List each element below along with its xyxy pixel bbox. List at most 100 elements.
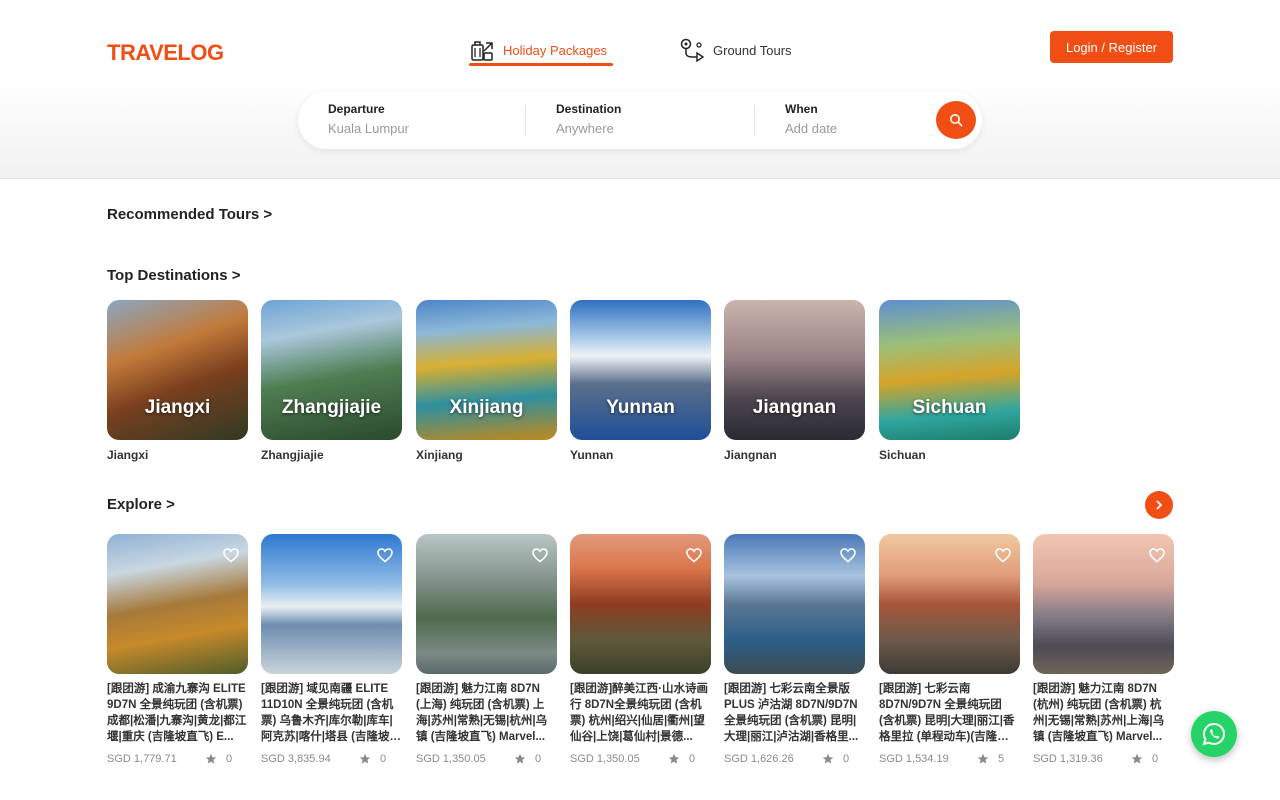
- destination-name: Yunnan: [570, 448, 614, 462]
- whatsapp-icon: [1202, 722, 1225, 746]
- destination-overlay-text: Zhangjiajie: [281, 397, 382, 418]
- search-icon: [950, 114, 963, 127]
- when-value[interactable]: Add date: [785, 121, 925, 136]
- departure-field[interactable]: Departure Kuala Lumpur: [328, 102, 518, 140]
- destination-image: Xinjiang: [416, 300, 557, 440]
- active-tab-underline: [469, 63, 613, 66]
- explore-link[interactable]: Explore >: [107, 496, 175, 513]
- heart-outline-icon[interactable]: [1148, 546, 1166, 564]
- tour-title[interactable]: [跟团游] 域见南疆 ELITE 11D10N 全景纯玩团 (含机票) 乌鲁木齐…: [261, 681, 402, 745]
- tour-meta: SGD 1,534.19 5: [879, 753, 1020, 765]
- destination-overlay-text: Yunnan: [606, 397, 675, 418]
- destination-field[interactable]: Destination Anywhere: [556, 102, 746, 140]
- destination-image: Jiangnan: [724, 300, 865, 440]
- logo[interactable]: TRAVELOG: [107, 40, 224, 66]
- star-icon: [1131, 753, 1143, 764]
- tour-meta: SGD 1,350.05 0: [570, 753, 711, 765]
- search-divider: [525, 106, 526, 136]
- star-icon: [668, 753, 680, 764]
- tour-image: [1033, 534, 1174, 674]
- star-icon: [359, 753, 371, 764]
- tab-holiday-packages-label: Holiday Packages: [503, 42, 608, 58]
- heart-outline-icon[interactable]: [994, 546, 1012, 564]
- tour-meta: SGD 1,319.36 0: [1033, 753, 1174, 765]
- star-icon: [514, 753, 526, 764]
- tour-card[interactable]: [跟团游] 域见南疆 ELITE 11D10N 全景纯玩团 (含机票) 乌鲁木齐…: [261, 534, 402, 765]
- destination-value[interactable]: Anywhere: [556, 121, 746, 136]
- login-register-button[interactable]: Login / Register: [1050, 31, 1173, 63]
- destination-card-jiangnan[interactable]: Jiangnan Jiangnan: [724, 300, 865, 462]
- tour-rating: 0: [226, 753, 233, 765]
- tour-image: [724, 534, 865, 674]
- destination-name: Xinjiang: [416, 448, 463, 462]
- search-bar: Departure Kuala Lumpur Destination Anywh…: [298, 92, 982, 149]
- tour-card[interactable]: [跟团游] 七彩云南全景版PLUS 泸沽湖 8D7N/9D7N 全景纯玩团 (含…: [724, 534, 865, 765]
- destination-name: Sichuan: [879, 448, 926, 462]
- destination-card-jiangxi[interactable]: Jiangxi Jiangxi: [107, 300, 248, 462]
- heart-outline-icon[interactable]: [376, 546, 394, 564]
- star-icon: [205, 753, 217, 764]
- search-divider: [754, 106, 755, 136]
- tour-image: [416, 534, 557, 674]
- tour-price: SGD 3,835.94: [261, 753, 331, 765]
- search-button[interactable]: [936, 101, 976, 139]
- header-hero: [0, 0, 1280, 179]
- tour-title[interactable]: [跟团游]醉美江西·山水诗画行 8D7N全景纯玩团 (含机票) 杭州|绍兴|仙居…: [570, 681, 711, 745]
- star-icon: [822, 753, 834, 764]
- destination-image: Sichuan: [879, 300, 1020, 440]
- when-field[interactable]: When Add date: [785, 102, 925, 140]
- tour-title[interactable]: [跟团游] 魅力江南 8D7N (杭州) 纯玩团 (含机票) 杭州|无锡|常熟|…: [1033, 681, 1174, 745]
- tour-card[interactable]: [跟团游] 七彩云南 8D7N/9D7N 全景纯玩团 (含机票) 昆明|大理|丽…: [879, 534, 1020, 765]
- heart-outline-icon[interactable]: [839, 546, 857, 564]
- tour-price: SGD 1,534.19: [879, 753, 949, 765]
- destination-overlay-text: Jiangxi: [144, 397, 211, 418]
- chevron-right-icon: [1156, 500, 1162, 510]
- tour-card[interactable]: [跟团游] 成渝九寨沟 ELITE 9D7N 全景纯玩团 (含机票) 成都|松潘…: [107, 534, 248, 765]
- tour-card[interactable]: [跟团游]醉美江西·山水诗画行 8D7N全景纯玩团 (含机票) 杭州|绍兴|仙居…: [570, 534, 711, 765]
- departure-value[interactable]: Kuala Lumpur: [328, 121, 518, 136]
- destination-name: Zhangjiajie: [261, 448, 324, 462]
- destination-card-sichuan[interactable]: Sichuan Sichuan: [879, 300, 1020, 462]
- tour-rating: 0: [689, 753, 696, 765]
- tour-title[interactable]: [跟团游] 魅力江南 8D7N (上海) 纯玩团 (含机票) 上海|苏州|常熟|…: [416, 681, 557, 745]
- tour-price: SGD 1,350.05: [570, 753, 640, 765]
- heart-outline-icon[interactable]: [685, 546, 703, 564]
- star-icon: [977, 753, 989, 764]
- tour-price: SGD 1,626.26: [724, 753, 794, 765]
- tab-holiday-packages[interactable]: Holiday Packages: [469, 33, 607, 67]
- destination-image: Zhangjiajie: [261, 300, 402, 440]
- tour-card[interactable]: [跟团游] 魅力江南 8D7N (上海) 纯玩团 (含机票) 上海|苏州|常熟|…: [416, 534, 557, 765]
- destination-image: Yunnan: [570, 300, 711, 440]
- tour-price: SGD 1,350.05: [416, 753, 486, 765]
- when-label: When: [785, 102, 818, 116]
- destination-name: Jiangnan: [724, 448, 777, 462]
- tour-title[interactable]: [跟团游] 七彩云南 8D7N/9D7N 全景纯玩团 (含机票) 昆明|大理|丽…: [879, 681, 1020, 745]
- recommended-tours-link[interactable]: Recommended Tours >: [107, 206, 272, 223]
- tab-ground-tours-label: Ground Tours: [713, 42, 792, 58]
- top-destinations-link[interactable]: Top Destinations >: [107, 267, 240, 284]
- destination-overlay-text: Sichuan: [912, 397, 987, 418]
- tour-card[interactable]: [跟团游] 魅力江南 8D7N (杭州) 纯玩团 (含机票) 杭州|无锡|常熟|…: [1033, 534, 1174, 765]
- heart-outline-icon[interactable]: [531, 546, 549, 564]
- tour-meta: SGD 1,779.71 0: [107, 753, 248, 765]
- tour-title[interactable]: [跟团游] 成渝九寨沟 ELITE 9D7N 全景纯玩团 (含机票) 成都|松潘…: [107, 681, 248, 745]
- tour-image: [261, 534, 402, 674]
- luggage-icon: [471, 41, 493, 61]
- destination-label: Destination: [556, 102, 622, 116]
- tour-price: SGD 1,779.71: [107, 753, 177, 765]
- tour-rating: 0: [380, 753, 387, 765]
- destination-card-xinjiang[interactable]: Xinjiang Xinjiang: [416, 300, 557, 462]
- destination-card-zhangjiajie[interactable]: Zhangjiajie Zhangjiajie: [261, 300, 402, 462]
- whatsapp-chat-button[interactable]: [1191, 711, 1237, 757]
- tour-image: [879, 534, 1020, 674]
- tour-title[interactable]: [跟团游] 七彩云南全景版PLUS 泸沽湖 8D7N/9D7N 全景纯玩团 (含…: [724, 681, 865, 745]
- departure-label: Departure: [328, 102, 385, 116]
- destination-card-yunnan[interactable]: Yunnan Yunnan: [570, 300, 711, 462]
- explore-next-button[interactable]: [1145, 491, 1173, 519]
- tour-meta: SGD 1,626.26 0: [724, 753, 865, 765]
- tour-price: SGD 1,319.36: [1033, 753, 1103, 765]
- tab-ground-tours[interactable]: Ground Tours: [679, 33, 792, 67]
- route-map-icon: [680, 38, 705, 63]
- tour-rating: 0: [1152, 753, 1159, 765]
- heart-outline-icon[interactable]: [222, 546, 240, 564]
